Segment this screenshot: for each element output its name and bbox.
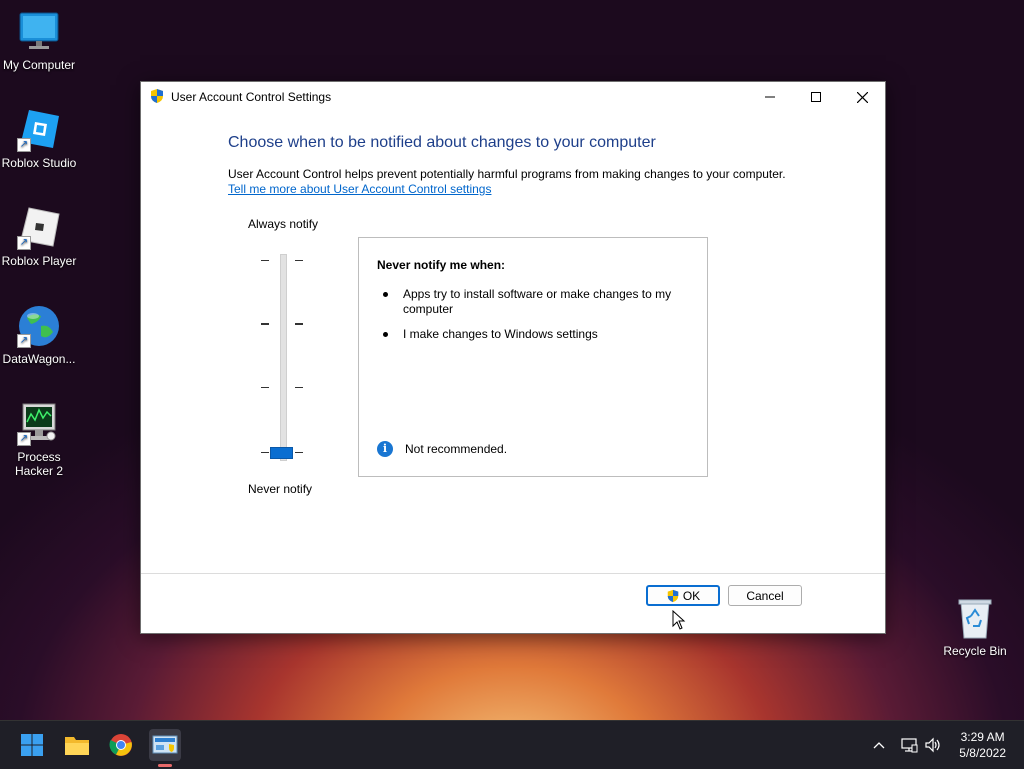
list-item: Apps try to install software or make cha… [383,287,693,317]
bullet-icon [383,332,388,337]
page-heading: Choose when to be notified about changes… [228,134,656,151]
shortcut-arrow-icon: ↗ [17,334,31,348]
desktop-icon-label: Roblox Player [1,254,77,268]
slider-tick [261,387,269,388]
recycle-bin-icon [953,596,997,640]
mouse-cursor [672,609,686,633]
slider-tick [261,323,269,325]
slider-track[interactable] [280,254,287,461]
desktop-icon-roblox-studio[interactable]: ↗ Roblox Studio [1,108,77,170]
chrome-icon [109,734,132,756]
shortcut-arrow-icon: ↗ [17,236,31,250]
slider-tick [295,387,303,388]
slider-tick [295,452,303,453]
bullet-icon [383,292,388,297]
desktop-icon-process-hacker[interactable]: ↗ Process Hacker 2 [1,402,77,478]
chevron-up-icon [873,742,885,749]
desktop-icon-label: DataWagon... [2,352,76,366]
cancel-button-label: Cancel [746,588,784,603]
uac-control-panel-icon [152,735,178,754]
clock[interactable]: 3:29 AM 5/8/2022 [959,729,1006,761]
ok-button[interactable]: OK [646,585,720,606]
uac-shield-icon [666,589,680,603]
clock-date: 5/8/2022 [959,746,1006,760]
level-description-panel: Never notify me when: Apps try to instal… [358,237,708,477]
cancel-button[interactable]: Cancel [728,585,802,606]
roblox-studio-icon: ↗ [17,108,61,152]
shortcut-arrow-icon: ↗ [17,432,31,446]
list-item: I make changes to Windows settings [383,327,693,342]
maximize-icon [811,92,821,102]
system-tray [868,721,944,769]
desktop-icon-recycle-bin[interactable]: Recycle Bin [937,596,1013,658]
taskbar-chrome[interactable] [105,729,137,761]
slider-tick [261,260,269,261]
volume-icon[interactable] [922,737,944,753]
windows-logo-icon [21,734,43,756]
taskbar: 3:29 AM 5/8/2022 [0,720,1024,769]
list-item-text: I make changes to Windows settings [403,327,598,341]
taskbar-uac-settings[interactable] [149,729,181,767]
process-hacker-icon: ↗ [17,402,61,446]
show-hidden-icons-button[interactable] [868,741,890,749]
desktop-icon-label: My Computer [2,58,76,72]
description-text: User Account Control helps prevent poten… [228,167,786,181]
globe-icon: ↗ [17,304,61,348]
desktop-icon-roblox-player[interactable]: ↗ Roblox Player [1,206,77,268]
network-icon[interactable] [896,737,922,753]
clock-time: 3:29 AM [960,730,1005,744]
minimize-button[interactable] [747,82,793,112]
slider-thumb[interactable] [270,447,293,459]
minimize-icon [765,96,775,98]
title-bar[interactable]: User Account Control Settings [141,82,885,112]
desktop-icon-my-computer[interactable]: My Computer [1,10,77,72]
taskbar-file-explorer[interactable] [61,729,93,761]
slider-tick [261,452,269,453]
start-button[interactable] [16,729,48,761]
desktop-icon-label: Process Hacker 2 [14,450,64,478]
slider-tick [295,323,303,325]
desktop-icon-label: Recycle Bin [943,644,1007,658]
list-item-text: Apps try to install software or make cha… [403,287,672,316]
panel-header: Never notify me when: [377,258,506,272]
cursor-arrow-icon [672,609,686,630]
desktop-icon-datawagon[interactable]: ↗ DataWagon... [1,304,77,366]
ok-button-label: OK [682,588,701,603]
maximize-button[interactable] [793,82,839,112]
monitor-icon [17,10,61,54]
slider-tick [295,260,303,261]
folder-icon [65,737,89,755]
slider-bottom-label: Never notify [248,482,313,496]
window-title: User Account Control Settings [171,90,332,104]
close-button[interactable] [839,82,885,112]
slider-top-label: Always notify [248,217,319,231]
desktop-icon-label: Roblox Studio [1,156,77,170]
active-indicator [158,764,172,767]
uac-shield-icon [149,88,165,107]
uac-settings-window: User Account Control Settings Choose whe… [140,81,886,634]
info-icon: i [377,441,393,457]
roblox-player-icon: ↗ [17,206,61,250]
shortcut-arrow-icon: ↗ [17,138,31,152]
recommendation-note: Not recommended. [405,442,508,456]
learn-more-link[interactable]: Tell me more about User Account Control … [228,182,491,196]
footer-divider [141,573,885,574]
close-icon [856,91,868,103]
